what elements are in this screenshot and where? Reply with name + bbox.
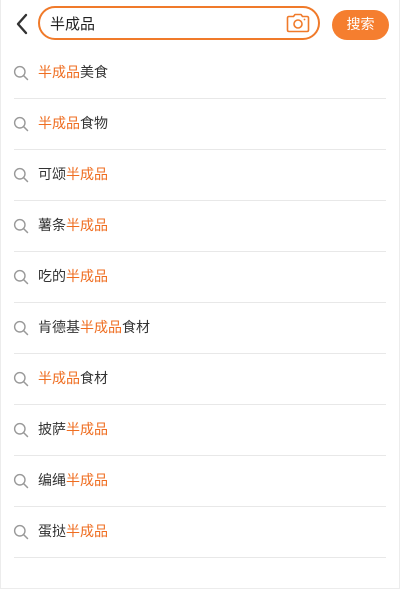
- suggestion-prefix: 蛋挞: [38, 524, 66, 540]
- camera-button[interactable]: [286, 13, 310, 33]
- suggestion-text: 半成品美食: [38, 63, 108, 83]
- search-icon: [13, 371, 29, 387]
- suggestion-item[interactable]: 薯条半成品: [0, 201, 400, 252]
- suggestion-text: 披萨半成品: [38, 420, 108, 440]
- suggestion-text: 蛋挞半成品: [38, 522, 108, 542]
- suggestion-text: 吃的半成品: [38, 267, 108, 287]
- camera-icon: [286, 13, 310, 33]
- suggestion-highlight: 半成品: [38, 116, 80, 132]
- suggestion-text: 半成品食物: [38, 114, 108, 134]
- suggestion-suffix: 食物: [80, 116, 108, 132]
- suggestion-prefix: 肯德基: [38, 320, 80, 336]
- search-icon: [13, 422, 29, 438]
- search-input[interactable]: [50, 11, 280, 35]
- suggestion-item[interactable]: 披萨半成品: [0, 405, 400, 456]
- suggestion-text: 编绳半成品: [38, 471, 108, 491]
- suggestion-prefix: 可颂: [38, 167, 66, 183]
- suggestion-prefix: 吃的: [38, 269, 66, 285]
- suggestion-item[interactable]: 蛋挞半成品: [0, 507, 400, 558]
- suggestion-item[interactable]: 肯德基半成品食材: [0, 303, 400, 354]
- back-button[interactable]: [10, 10, 34, 38]
- suggestion-highlight: 半成品: [66, 524, 108, 540]
- suggestion-text: 可颂半成品: [38, 165, 108, 185]
- suggestion-highlight: 半成品: [66, 218, 108, 234]
- suggestion-text: 薯条半成品: [38, 216, 108, 236]
- suggestion-highlight: 半成品: [66, 167, 108, 183]
- suggestion-prefix: 薯条: [38, 218, 66, 234]
- suggestion-text: 肯德基半成品食材: [38, 318, 150, 338]
- suggestion-highlight: 半成品: [66, 422, 108, 438]
- search-icon: [13, 473, 29, 489]
- suggestion-item[interactable]: 吃的半成品: [0, 252, 400, 303]
- suggestion-item[interactable]: 半成品美食: [0, 48, 400, 99]
- suggestion-highlight: 半成品: [66, 473, 108, 489]
- search-icon: [13, 524, 29, 540]
- search-icon: [13, 218, 29, 234]
- suggestion-suffix: 食材: [122, 320, 150, 336]
- search-icon: [13, 116, 29, 132]
- suggestion-prefix: 披萨: [38, 422, 66, 438]
- divider: [14, 557, 386, 558]
- search-box[interactable]: [38, 6, 320, 40]
- search-header: 搜索: [0, 0, 400, 48]
- suggestion-suffix: 食材: [80, 371, 108, 387]
- search-icon: [13, 320, 29, 336]
- suggestion-item[interactable]: 半成品食物: [0, 99, 400, 150]
- suggestion-list: 半成品美食 半成品食物 可颂半成品 薯条半成品 吃的半成品 肯德基半成品食材 半成品食材 披萨…: [0, 48, 400, 558]
- suggestion-highlight: 半成品: [38, 65, 80, 81]
- search-icon: [13, 65, 29, 81]
- suggestion-highlight: 半成品: [80, 320, 122, 336]
- search-button[interactable]: 搜索: [332, 10, 389, 40]
- suggestion-text: 半成品食材: [38, 369, 108, 389]
- back-arrow-icon: [16, 13, 28, 35]
- suggestion-highlight: 半成品: [38, 371, 80, 387]
- search-icon: [13, 167, 29, 183]
- suggestion-highlight: 半成品: [66, 269, 108, 285]
- suggestion-prefix: 编绳: [38, 473, 66, 489]
- suggestion-item[interactable]: 半成品食材: [0, 354, 400, 405]
- suggestion-suffix: 美食: [80, 65, 108, 81]
- suggestion-item[interactable]: 可颂半成品: [0, 150, 400, 201]
- search-icon: [13, 269, 29, 285]
- suggestion-item[interactable]: 编绳半成品: [0, 456, 400, 507]
